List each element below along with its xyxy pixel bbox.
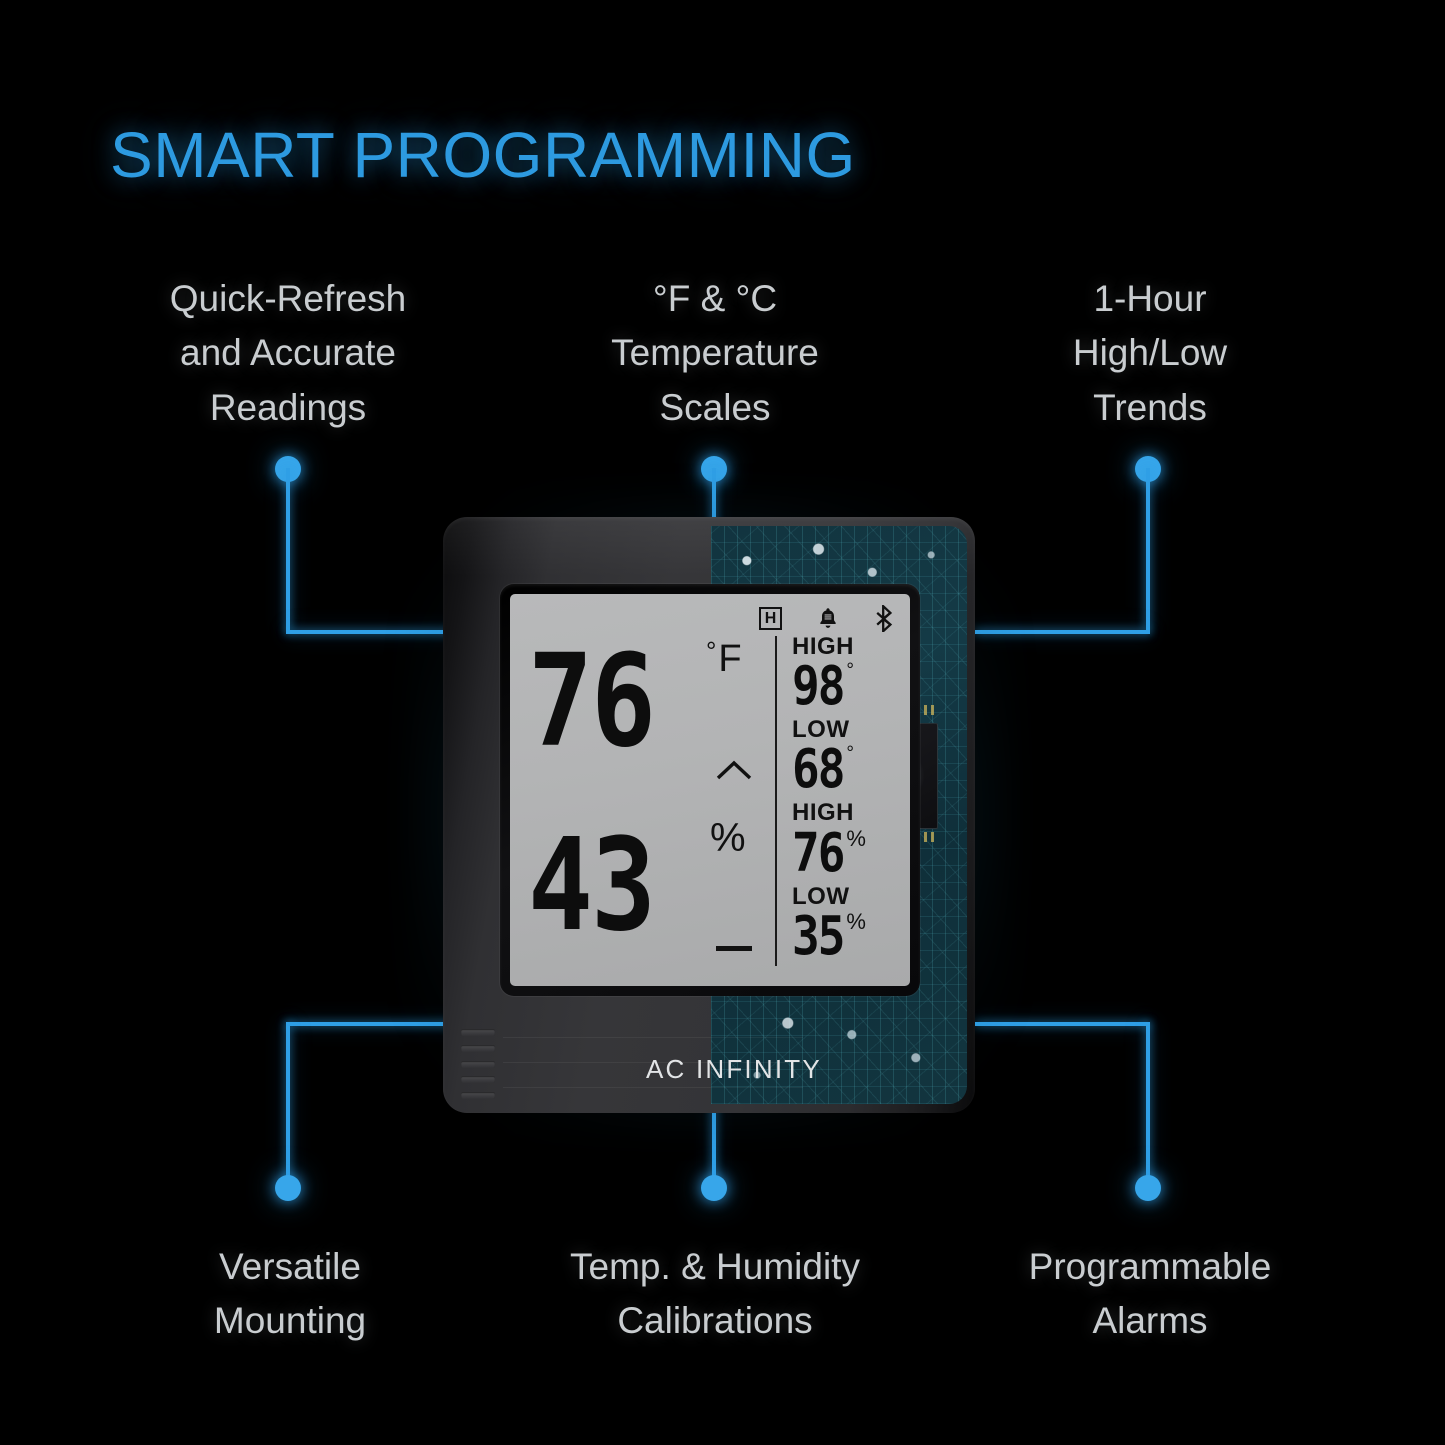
callout-dot-versatile-mounting (275, 1175, 301, 1201)
high-low-unit: % (846, 908, 866, 934)
page-title: SMART PROGRAMMING (110, 119, 856, 191)
high-low-block-temp-low: LOW 68 ° (792, 717, 904, 796)
feature-label-line: °F & °C (652, 278, 778, 319)
high-low-block-hum-high: HIGH 76 % (792, 800, 904, 879)
feature-label-line: Trends (1093, 386, 1207, 428)
high-low-column: HIGH 98 ° LOW 68 ° HIGH 76 % LOW 35 % (792, 634, 904, 967)
vent-slot (461, 1076, 495, 1084)
ventilation-slots (461, 1029, 495, 1099)
callout-dot-programmable-alarms (1135, 1175, 1161, 1201)
vent-slot (461, 1044, 495, 1052)
vent-slot (461, 1029, 495, 1036)
feature-label-calibrations: Temp. & Humidity Calibrations (505, 1240, 925, 1349)
temperature-trend-up-icon (714, 758, 754, 782)
bluetooth-icon (874, 605, 894, 632)
temperature-value: 76 (528, 628, 656, 776)
callout-line-versatile-mounting-vertical (286, 1022, 290, 1184)
temperature-unit: °F (706, 638, 742, 678)
feature-label-line: and Accurate (180, 332, 396, 374)
feature-label-line: Programmable (1028, 1246, 1272, 1287)
feature-label-line: Alarms (1092, 1300, 1208, 1342)
lcd-bezel: H 76 °F 43 % HIGH 98 ° LOW 68 ° HIGH 76 … (500, 584, 920, 996)
vent-slot (461, 1060, 495, 1068)
high-low-value: 76 (792, 820, 845, 884)
lcd-screen: H 76 °F 43 % HIGH 98 ° LOW 68 ° HIGH 76 … (510, 594, 910, 986)
humidity-trend-steady-icon (716, 946, 752, 951)
feature-label-high-low-trends: 1-Hour High/Low Trends (995, 272, 1305, 435)
high-low-row: 76 % (792, 825, 904, 879)
thermometer-hygrometer-device: AC INFINITY H 76 °F 43 % HIGH 98 ° LOW 6… (443, 517, 975, 1113)
housing-seam (503, 1087, 803, 1088)
feature-label-line: Temp. & Humidity (570, 1246, 860, 1287)
lcd-status-icon-row: H (759, 605, 894, 632)
housing-seam (503, 1037, 803, 1038)
feature-label-line: Quick-Refresh (169, 278, 407, 319)
high-low-unit: ° (846, 660, 854, 682)
feature-label-line: Versatile (219, 1246, 361, 1287)
high-low-value: 98 (792, 654, 845, 718)
feature-label-quick-refresh: Quick-Refresh and Accurate Readings (103, 272, 473, 435)
feature-label-versatile-mounting: Versatile Mounting (140, 1240, 440, 1349)
feature-label-programmable-alarms: Programmable Alarms (975, 1240, 1325, 1349)
callout-line-high-low-trends-vertical (1146, 468, 1150, 632)
callout-line-quick-refresh-vertical (286, 468, 290, 632)
high-low-row: 98 ° (792, 659, 904, 712)
high-low-unit: ° (846, 743, 854, 765)
callout-line-programmable-alarms-vertical (1146, 1022, 1150, 1184)
high-low-block-hum-low: LOW 35 % (792, 883, 904, 962)
feature-label-line: Readings (209, 386, 367, 428)
high-low-block-temp-high: HIGH 98 ° (792, 634, 904, 713)
callout-dot-calibrations (701, 1175, 727, 1201)
high-low-unit: % (846, 825, 866, 851)
feature-label-temperature-scales: °F & °C Temperature Scales (545, 272, 885, 435)
hold-indicator-icon: H (759, 607, 782, 630)
high-low-value: 35 (792, 904, 845, 967)
degree-symbol: ° (706, 636, 717, 666)
feature-label-line: High/Low (1072, 332, 1228, 374)
feature-label-line: Scales (659, 386, 771, 428)
high-low-row: 68 ° (792, 742, 904, 795)
alarm-bell-icon (816, 606, 840, 631)
feature-label-line: Temperature (611, 332, 819, 374)
brand-logo-text: AC INFINITY (646, 1054, 822, 1084)
temperature-scale-letter: F (718, 638, 742, 680)
infographic-canvas: SMART PROGRAMMING Quick-Refresh and Accu… (0, 0, 1445, 1445)
high-low-row: 35 % (792, 908, 904, 962)
lcd-column-divider (775, 636, 778, 966)
high-low-value: 68 (792, 737, 845, 801)
feature-label-line: 1-Hour (1093, 278, 1207, 319)
humidity-value: 43 (528, 812, 656, 960)
feature-label-line: Calibrations (617, 1300, 813, 1342)
humidity-unit: % (710, 816, 746, 860)
feature-label-line: Mounting (213, 1300, 367, 1342)
vent-slot (461, 1092, 495, 1099)
